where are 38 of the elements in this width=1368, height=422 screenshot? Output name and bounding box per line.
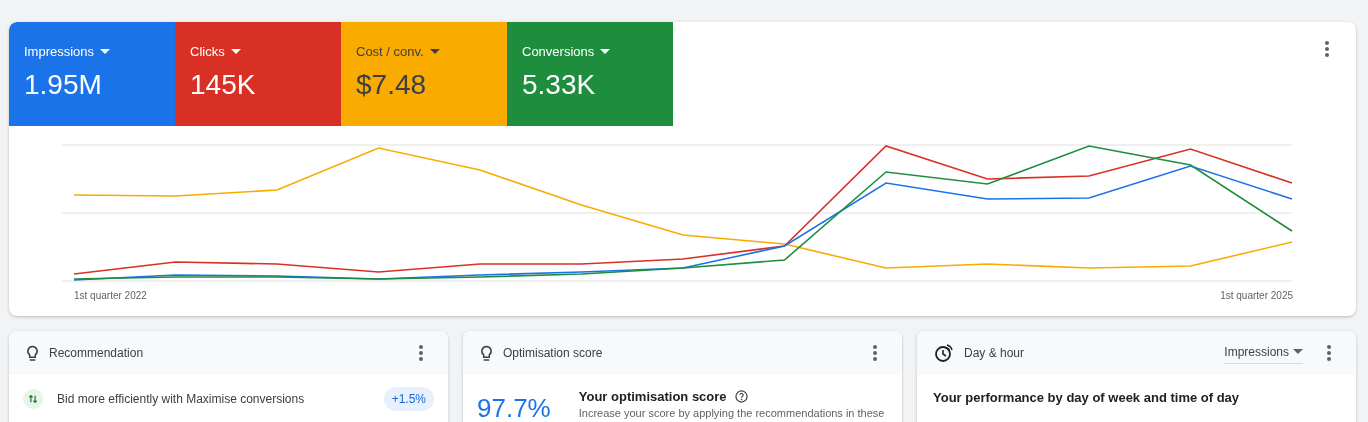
more-icon[interactable] [1325,41,1329,57]
score-description: Increase your score by applying the recommendations in these [578,407,885,419]
metric-tile[interactable]: Cost / conv. $7.48 [341,22,507,126]
score-heading: Your optimisation score [578,389,727,404]
more-icon[interactable] [419,345,423,361]
axis-label: 1st quarter 2022 [74,290,147,301]
more-icon[interactable] [1327,345,1331,361]
caret-icon [1293,349,1303,354]
metric-value: 145K [190,69,257,101]
card-title: Optimisation score [503,346,603,360]
metric-tile[interactable]: Clicks 145K [175,22,341,126]
lightbulb-icon [480,344,493,362]
metric-label: Impressions [24,44,95,59]
arrows-icon [23,389,43,409]
metric-dropdown[interactable]: Impressions [1224,342,1303,364]
card-heading: Your performance by day of week and time of day [933,390,1240,405]
recommendation-text[interactable]: Bid more efficiently with Maximise conversions [57,392,305,406]
caret-icon [600,49,611,54]
metric-label: Clicks [190,44,225,59]
clock-icon [934,343,954,363]
metric-value: 5.33K [522,69,597,101]
metric-value: 1.95M [24,69,103,101]
more-icon[interactable] [873,345,877,361]
metric-value: $7.48 [356,69,428,101]
lightbulb-icon [26,344,39,362]
metric-tile[interactable]: Impressions 1.95M [9,22,175,126]
caret-icon [230,49,241,54]
metric-label: Cost / conv. [356,44,424,59]
help-icon[interactable] [734,390,748,403]
uplift-badge: +1.5% [383,387,434,411]
caret-icon [100,49,111,54]
metric-tile[interactable]: Conversions 5.33K [507,22,673,126]
card-title: Recommendation [49,346,144,360]
axis-label: 1st quarter 2025 [1220,290,1293,301]
card-title: Day & hour [964,346,1025,360]
score-value: 97.7% [477,393,551,422]
metric-label: Conversions [522,44,595,59]
caret-icon [429,49,440,54]
